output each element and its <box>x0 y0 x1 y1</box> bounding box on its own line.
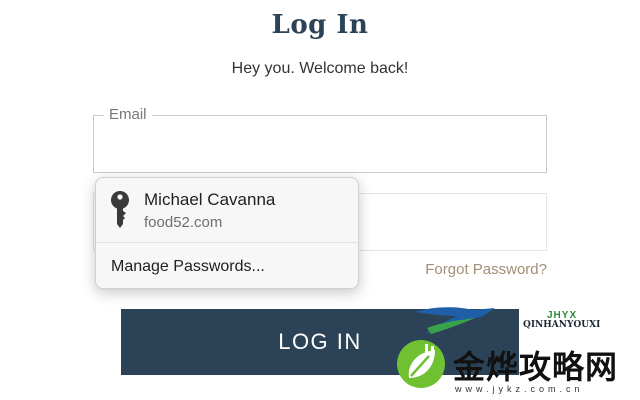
page-subtitle: Hey you. Welcome back! <box>231 60 409 77</box>
saved-credential-item[interactable]: Michael Cavanna food52.com <box>96 178 358 243</box>
watermark-logo: JHYX QINHANYOUXI 金烨攻略网 www.jykz.com.cn <box>395 300 640 400</box>
manage-passwords-item[interactable]: Manage Passwords... <box>111 258 265 276</box>
watermark-brand: 金烨攻略网 <box>453 349 619 385</box>
watermark-pinyin: QINHANYOUXI <box>523 320 601 330</box>
page-title: Log In <box>271 10 369 40</box>
email-label: Email <box>104 106 152 123</box>
watermark-url: www.jykz.com.cn <box>455 384 584 394</box>
bird-logo-icon <box>415 307 495 334</box>
leaf-plug-icon <box>397 340 445 388</box>
key-icon <box>111 191 129 228</box>
credential-site: food52.com <box>144 214 223 231</box>
forgot-password-link[interactable]: Forgot Password? <box>425 261 547 278</box>
password-autofill-popup: Michael Cavanna food52.com Manage Passwo… <box>95 177 359 289</box>
email-field[interactable]: Email <box>93 106 547 173</box>
credential-username: Michael Cavanna <box>144 190 276 209</box>
